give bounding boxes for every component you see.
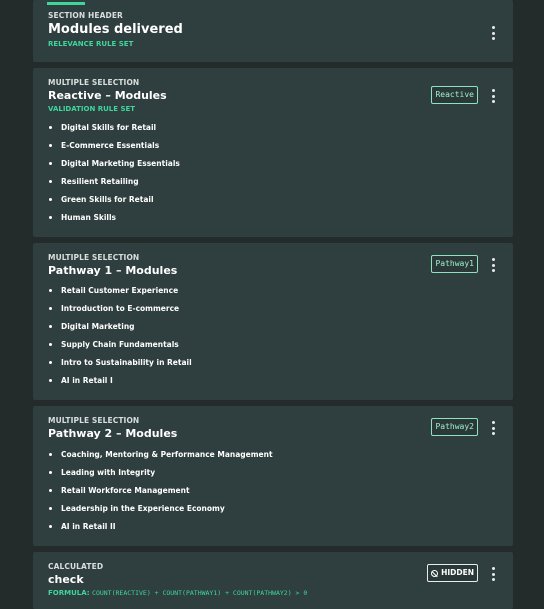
question-type-label: MULTIPLE SELECTION xyxy=(48,78,140,87)
eye-off-icon xyxy=(431,569,439,577)
list-item: Digital Marketing xyxy=(48,322,192,340)
list-item: Digital Marketing Essentials xyxy=(48,159,180,177)
list-item: Leadership in the Experience Economy xyxy=(48,504,273,522)
list-item: Introduction to E-commerce xyxy=(48,304,192,322)
more-vertical-icon[interactable] xyxy=(491,89,495,103)
option-list: Digital Skills for Retail E-Commerce Ess… xyxy=(48,123,180,231)
reactive-question-card[interactable]: MULTIPLE SELECTION Reactive – Modules VA… xyxy=(33,68,513,237)
more-vertical-icon[interactable] xyxy=(491,26,495,40)
more-vertical-icon[interactable] xyxy=(491,421,495,435)
list-item: Coaching, Mentoring & Performance Manage… xyxy=(48,450,273,468)
pathway1-question-card[interactable]: MULTIPLE SELECTION Pathway 1 – Modules P… xyxy=(33,243,513,400)
formula-label: FORMULA: xyxy=(48,589,90,597)
more-vertical-icon[interactable] xyxy=(491,258,495,272)
list-item: Supply Chain Fundamentals xyxy=(48,340,192,358)
rule-set-label: RELEVANCE RULE SET xyxy=(48,40,134,48)
pathway2-question-card[interactable]: MULTIPLE SELECTION Pathway 2 – Modules P… xyxy=(33,406,513,546)
list-item: Human Skills xyxy=(48,213,180,231)
formula-line: FORMULA: COUNT(REACTIVE) + COUNT(PATHWAY… xyxy=(48,589,498,597)
variable-tag: Reactive xyxy=(431,86,478,104)
more-vertical-icon[interactable] xyxy=(491,567,495,581)
rule-set-label: VALIDATION RULE SET xyxy=(48,105,136,113)
section-header-card[interactable]: SECTION HEADER Modules delivered RELEVAN… xyxy=(33,0,513,62)
calculated-question-card[interactable]: CALCULATED check FORMULA: COUNT(REACTIVE… xyxy=(33,552,513,609)
list-item: AI in Retail II xyxy=(48,522,273,540)
list-item: Digital Skills for Retail xyxy=(48,123,180,141)
variable-tag: Pathway1 xyxy=(431,255,478,273)
variable-tag: Pathway2 xyxy=(431,418,478,436)
option-list: Retail Customer Experience Introduction … xyxy=(48,286,192,394)
list-item: Green Skills for Retail xyxy=(48,195,180,213)
list-item: Retail Workforce Management xyxy=(48,486,273,504)
hidden-badge-label: HIDDEN xyxy=(441,568,474,577)
list-item: Resilient Retailing xyxy=(48,177,180,195)
list-item: AI in Retail I xyxy=(48,376,192,394)
question-type-label: SECTION HEADER xyxy=(48,11,123,20)
list-item: Retail Customer Experience xyxy=(48,286,192,304)
list-item: Leading with Integrity xyxy=(48,468,273,486)
active-indicator xyxy=(47,2,85,5)
hidden-badge: HIDDEN xyxy=(427,564,478,582)
question-title: Modules delivered xyxy=(48,22,183,37)
formula-expression: COUNT(REACTIVE) + COUNT(PATHWAY1) + COUN… xyxy=(92,589,308,597)
list-item: E-Commerce Essentials xyxy=(48,141,180,159)
list-item: Intro to Sustainability in Retail xyxy=(48,358,192,376)
option-list: Coaching, Mentoring & Performance Manage… xyxy=(48,450,273,540)
